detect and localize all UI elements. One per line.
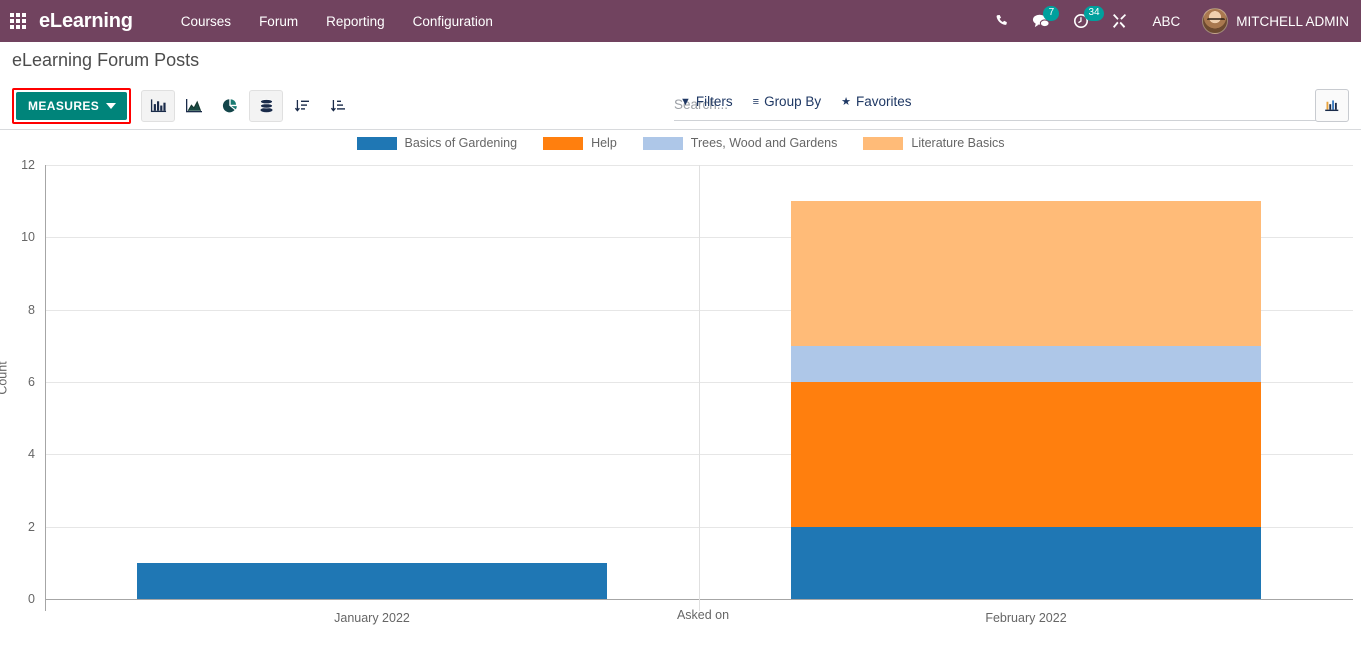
chart-bar-segment[interactable] (790, 201, 1262, 346)
group-by-label: Group By (764, 94, 822, 109)
group-by-dropdown[interactable]: ≡ Group By (753, 94, 821, 109)
favorites-dropdown[interactable]: ★ Favorites (841, 94, 911, 109)
y-axis-tick-label: 6 (28, 375, 35, 389)
line-chart-icon (186, 99, 203, 113)
x-axis-title: Asked on (676, 608, 730, 622)
chat-bubble-icon[interactable]: 7 (1021, 0, 1062, 42)
chart-bar-segment[interactable] (136, 562, 608, 599)
line-chart-icon-button[interactable] (177, 90, 211, 122)
graph-view: Basics of Gardening Help Trees, Wood and… (0, 130, 1361, 651)
menu-item-configuration[interactable]: Configuration (399, 3, 507, 40)
y-axis-line (45, 165, 46, 611)
filter-funnel-icon: ▼ (680, 95, 691, 108)
menu-item-courses[interactable]: Courses (167, 3, 245, 40)
sort-ascending-icon (331, 100, 346, 112)
top-navbar: eLearning Courses Forum Reporting Config… (0, 0, 1361, 42)
graph-view-icon (1324, 100, 1338, 112)
wrench-icon[interactable] (1100, 0, 1138, 42)
sort-descending-icon (295, 100, 310, 112)
bar-chart-icon (150, 99, 166, 113)
chevron-down-icon (106, 103, 117, 109)
chart-bar-segment[interactable] (790, 526, 1262, 599)
language-selector[interactable]: ABC (1138, 14, 1196, 29)
y-axis-tick-label: 8 (28, 302, 35, 317)
control-panel-bottom-row: MEASURES ▼ Filters ≡ Group By ★ Favorite… (0, 82, 1361, 130)
clock-icon[interactable]: 34 (1062, 0, 1104, 42)
chart-bar-segment[interactable] (790, 345, 1262, 382)
stacked-icon-button[interactable] (249, 90, 284, 122)
pie-chart-icon (223, 99, 238, 113)
messages-count-badge: 7 (1043, 6, 1060, 21)
apps-grid-icon[interactable] (10, 13, 26, 29)
chart-bar-segment[interactable] (790, 382, 1262, 527)
chart-category-gridline (699, 165, 700, 611)
measures-highlight: MEASURES (12, 88, 132, 124)
favorites-label: Favorites (855, 94, 912, 109)
chart-plot-area[interactable]: Count Asked on 0 2 4 6 8 10 12 January 2022 Febr… (0, 130, 1361, 651)
phone-icon[interactable] (984, 0, 1021, 42)
group-by-lines-icon: ≡ (752, 95, 760, 108)
y-axis-tick-label: 0 (28, 592, 35, 606)
sort-descending-icon-button[interactable] (285, 90, 319, 122)
control-panel-top-row: eLearning Forum Posts (0, 42, 1361, 82)
control-panel: eLearning Forum Posts MEASURES (0, 42, 1361, 130)
menu-item-forum[interactable]: Forum (245, 3, 312, 40)
y-axis-tick-label: 12 (21, 158, 35, 172)
measures-button[interactable]: MEASURES (16, 92, 128, 120)
pie-chart-icon-button[interactable] (213, 90, 247, 122)
filters-dropdown[interactable]: ▼ Filters (680, 94, 733, 109)
user-name-label: MITCHELL ADMIN (1236, 13, 1349, 29)
app-brand-title[interactable]: eLearning (39, 10, 133, 33)
star-icon: ★ (841, 96, 851, 108)
search-facets: ▼ Filters ≡ Group By ★ Favorites (680, 94, 912, 109)
y-axis-tick-label: 2 (28, 519, 35, 534)
main-menu: Courses Forum Reporting Configuration (167, 3, 507, 40)
page-title: eLearning Forum Posts (12, 50, 200, 70)
menu-item-reporting[interactable]: Reporting (312, 3, 399, 40)
y-axis-tick-label: 4 (28, 447, 35, 462)
x-axis-tick-label: February 2022 (985, 611, 1067, 625)
bar-chart-icon-button[interactable] (141, 90, 176, 122)
measures-button-label: MEASURES (28, 99, 100, 113)
user-avatar (1202, 8, 1229, 34)
filters-label: Filters (695, 94, 733, 109)
sort-ascending-icon-button[interactable] (321, 90, 355, 122)
user-menu[interactable]: MITCHELL ADMIN (1196, 8, 1349, 34)
x-axis-tick-label: January 2022 (334, 611, 410, 625)
graph-view-icon-button[interactable] (1315, 89, 1349, 122)
y-axis-tick-label: 10 (21, 230, 35, 245)
systray: 7 34 ABC MITCHELL ADMIN (984, 0, 1349, 42)
stacked-icon (259, 99, 273, 113)
